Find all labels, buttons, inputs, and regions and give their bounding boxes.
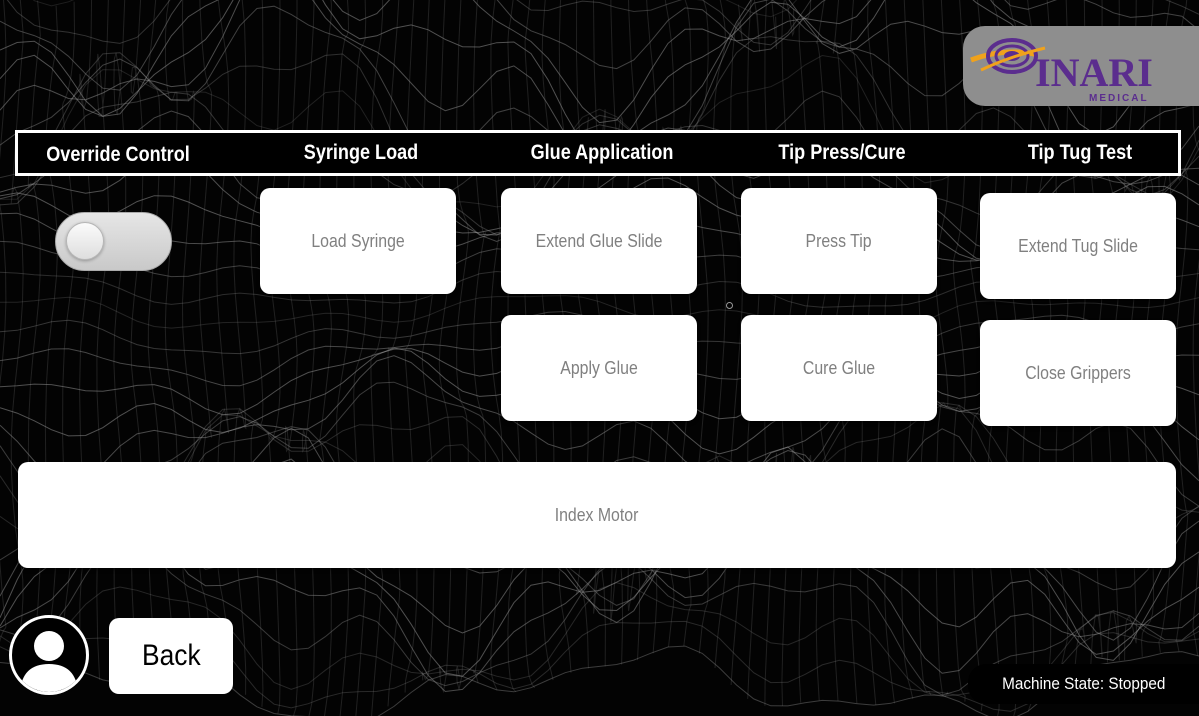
header-glue-application: Glue Application xyxy=(530,141,674,164)
toggle-knob[interactable] xyxy=(66,222,104,260)
user-icon xyxy=(20,631,78,692)
indicator-dot xyxy=(726,302,733,309)
close-grippers-button[interactable]: Close Grippers xyxy=(980,320,1176,426)
extend-glue-slide-button[interactable]: Extend Glue Slide xyxy=(501,188,697,294)
back-button[interactable]: Back xyxy=(109,618,233,694)
load-syringe-button[interactable]: Load Syringe xyxy=(260,188,456,294)
cure-glue-button[interactable]: Cure Glue xyxy=(741,315,937,421)
header-tip-tug-test: Tip Tug Test xyxy=(1027,141,1133,164)
machine-state-status: Machine State: Stopped xyxy=(968,664,1199,704)
index-motor-button[interactable]: Index Motor xyxy=(18,462,1176,568)
override-control-toggle[interactable] xyxy=(55,212,172,271)
extend-tug-slide-button[interactable]: Extend Tug Slide xyxy=(980,193,1176,299)
logo-brand: INARI xyxy=(1035,50,1153,95)
header-override-control: Override Control xyxy=(46,143,190,166)
apply-glue-button[interactable]: Apply Glue xyxy=(501,315,697,421)
inari-medical-logo: INARI MEDICAL xyxy=(963,26,1199,106)
header-syringe-load: Syringe Load xyxy=(303,141,419,164)
section-header-bar: Override Control Syringe Load Glue Appli… xyxy=(15,130,1181,176)
user-avatar-button[interactable] xyxy=(9,615,89,695)
logo-subtitle: MEDICAL xyxy=(1089,93,1149,104)
press-tip-button[interactable]: Press Tip xyxy=(741,188,937,294)
header-tip-press-cure: Tip Press/Cure xyxy=(778,141,906,164)
